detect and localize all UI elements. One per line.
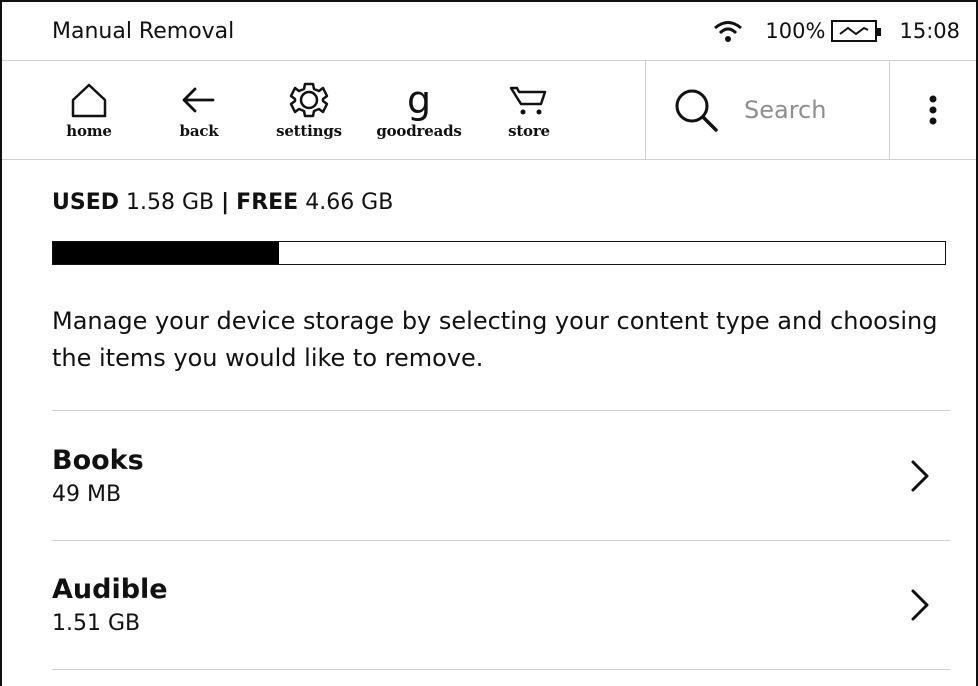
storage-progress-fill	[53, 242, 279, 264]
content-type-text: Books 49 MB	[52, 445, 144, 507]
usage-separator: |	[221, 190, 230, 215]
chevron-right-icon	[911, 460, 929, 491]
back-arrow-icon	[182, 87, 215, 113]
goodreads-icon: g	[406, 78, 432, 122]
free-value: 4.66 GB	[305, 190, 394, 215]
content-type-list: Books 49 MB Audible 1.51 GB	[52, 410, 950, 670]
used-label: USED	[52, 190, 119, 215]
toolbar-nav: home back settings g goodreads store	[2, 61, 645, 159]
battery-percent: 100%	[765, 19, 826, 43]
more-menu-button[interactable]	[890, 61, 976, 159]
status-indicators: 100% 15:08	[713, 19, 960, 43]
store-label: store	[508, 122, 550, 140]
content-type-row[interactable]: Audible 1.51 GB	[52, 540, 950, 670]
home-label: home	[66, 122, 112, 140]
more-vertical-icon	[929, 95, 937, 125]
battery-indicator: 100%	[765, 19, 882, 43]
back-label: back	[179, 122, 219, 140]
back-button[interactable]: back	[144, 61, 254, 159]
content-type-name: Books	[52, 444, 144, 476]
content-type-row[interactable]: Books 49 MB	[52, 410, 950, 540]
wifi-icon	[714, 21, 743, 42]
device-screen: Manual Removal 100% 15:08 home back sett…	[0, 0, 978, 686]
settings-button[interactable]: settings	[254, 61, 364, 159]
home-button[interactable]: home	[34, 61, 144, 159]
content-type-name: Audible	[52, 574, 168, 605]
goodreads-button[interactable]: g goodreads	[364, 61, 474, 159]
search-input[interactable]	[744, 96, 884, 124]
search-icon	[675, 89, 718, 132]
clock: 15:08	[899, 19, 960, 43]
store-button[interactable]: store	[474, 61, 584, 159]
storage-description: Manage your device storage by selecting …	[52, 307, 938, 372]
chevron-right-icon	[911, 589, 929, 621]
settings-label: settings	[276, 122, 342, 140]
storage-section: USED 1.58 GB | FREE 4.66 GB Manage your …	[2, 160, 976, 377]
storage-progress-bar	[52, 241, 946, 265]
content-type-size: 49 MB	[52, 481, 122, 507]
toolbar: home back settings g goodreads store Sea…	[2, 60, 976, 160]
storage-usage: USED 1.58 GB | FREE 4.66 GB	[52, 190, 950, 215]
gear-icon	[289, 82, 329, 118]
free-label: FREE	[236, 190, 299, 215]
used-value: 1.58 GB	[126, 190, 215, 215]
goodreads-label: goodreads	[376, 122, 462, 140]
search-box[interactable]	[645, 61, 890, 159]
content-type-text: Audible 1.51 GB	[52, 574, 168, 636]
cart-icon	[509, 86, 547, 115]
status-bar: Manual Removal 100% 15:08	[2, 2, 976, 60]
page-title: Manual Removal	[52, 18, 235, 44]
battery-charging-icon	[831, 20, 882, 42]
home-icon	[71, 83, 107, 118]
content-type-size: 1.51 GB	[52, 611, 141, 636]
